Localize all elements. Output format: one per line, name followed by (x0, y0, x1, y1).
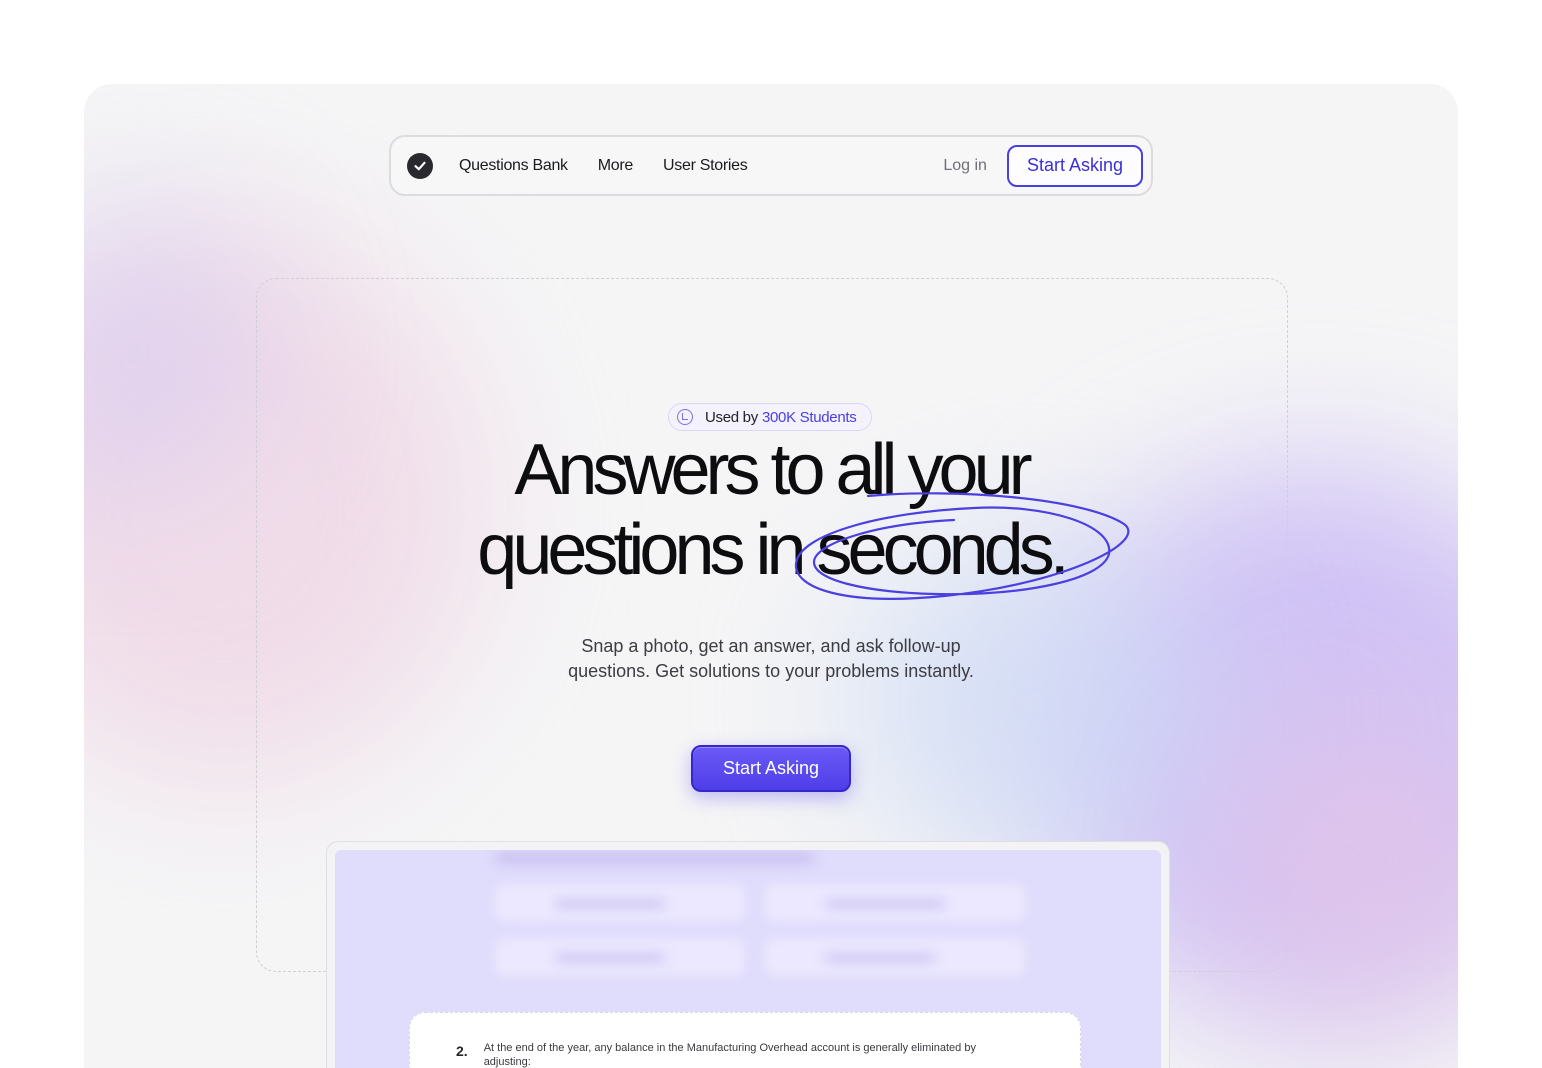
chart-icon (677, 409, 693, 425)
blurred-text-d (825, 954, 935, 962)
navbar: Questions Bank More User Stories Log in … (389, 135, 1153, 196)
start-asking-nav-button[interactable]: Start Asking (1006, 144, 1143, 187)
start-asking-hero-button[interactable]: Start Asking (691, 745, 851, 792)
nav-link-user-stories[interactable]: User Stories (663, 157, 748, 175)
check-circle-icon[interactable] (407, 152, 433, 179)
blurred-text-a (555, 900, 665, 908)
users-badge: Used by 300K Students (668, 403, 872, 431)
question-text: At the end of the year, any balance in t… (483, 1042, 976, 1068)
app-preview: 2. At the end of the year, any balance i… (326, 841, 1170, 1068)
subtitle-line-2: questions. Get solutions to your problem… (568, 661, 974, 681)
question-number: 2. (456, 1043, 468, 1059)
subtitle-line-1: Snap a photo, get an answer, and ask fol… (581, 636, 961, 656)
headline-line-2: questions in seconds. (477, 510, 1069, 590)
app-preview-screen: 2. At the end of the year, any balance i… (335, 850, 1161, 1068)
headline-line-1: Answers to all your (514, 430, 1032, 510)
page-frame: Questions Bank More User Stories Log in … (84, 84, 1458, 1068)
blurred-text-b (825, 900, 945, 908)
hero-subtitle: Snap a photo, get an answer, and ask fol… (84, 634, 1458, 684)
nav-link-more[interactable]: More (598, 157, 634, 175)
nav-link-questions-bank[interactable]: Questions Bank (459, 157, 568, 175)
question-card[interactable]: 2. At the end of the year, any balance i… (409, 1012, 1081, 1068)
scribble-circle-decoration (794, 492, 1130, 600)
hero-headline: Answers to all your questions in seconds… (84, 430, 1458, 590)
badge-prefix: Used by (705, 408, 758, 426)
blurred-heading (495, 852, 815, 864)
blurred-text-c (555, 954, 665, 962)
login-link[interactable]: Log in (943, 157, 987, 175)
badge-highlight: 300K Students (761, 408, 857, 426)
